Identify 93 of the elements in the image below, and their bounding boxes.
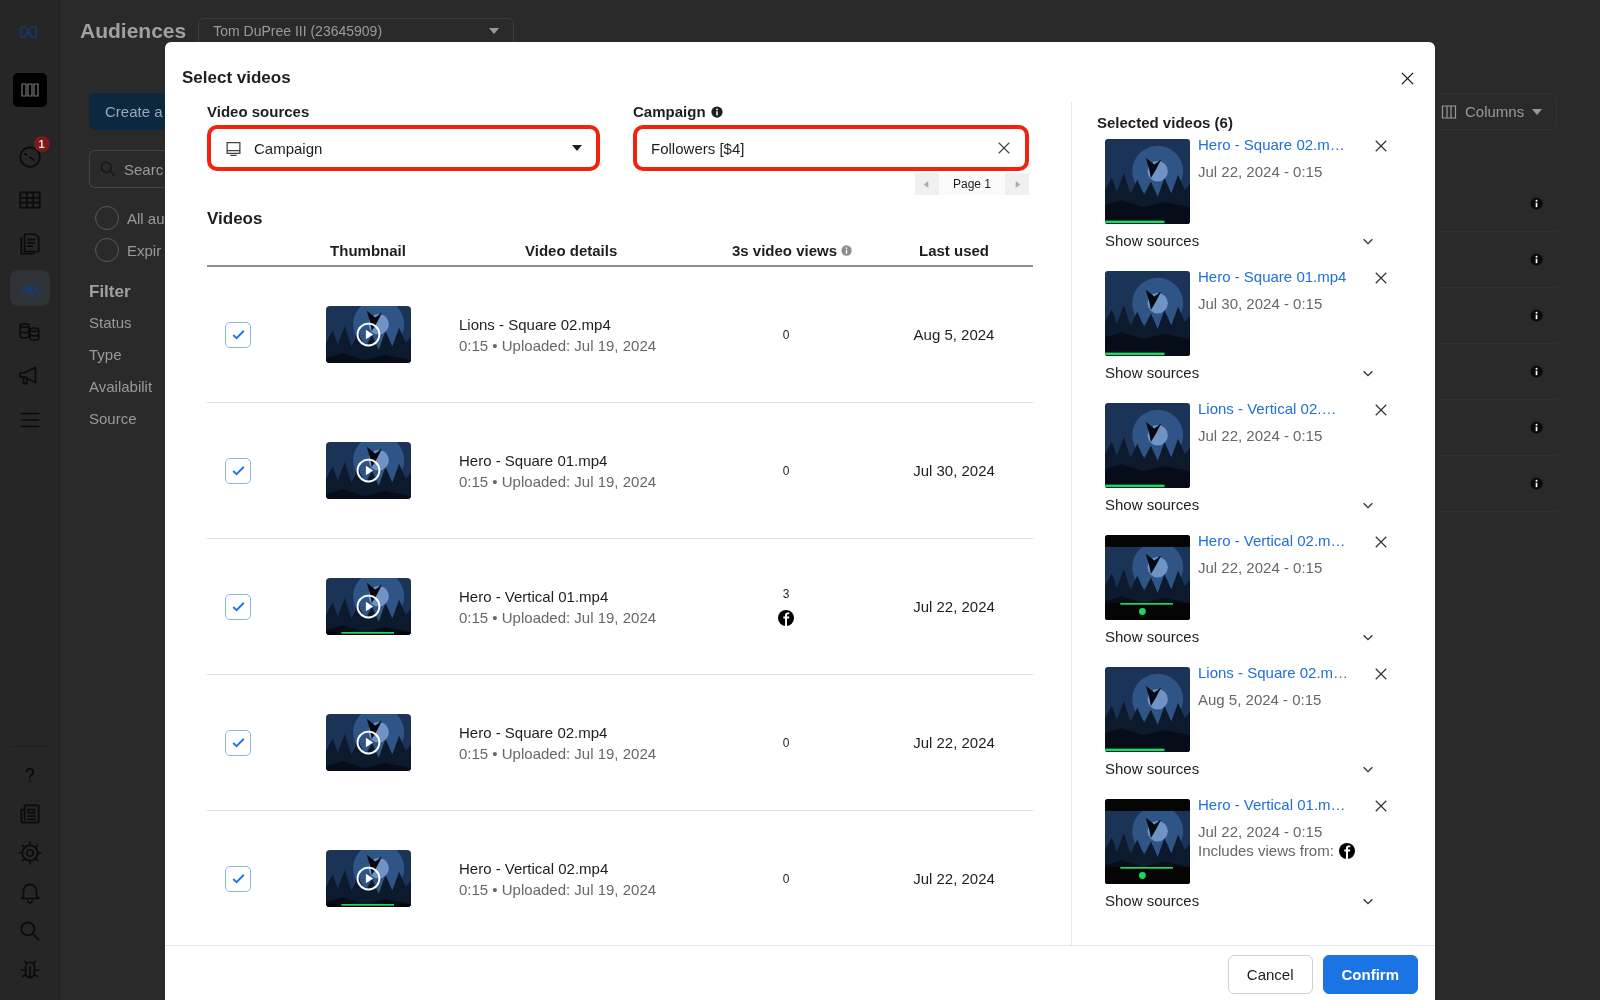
- info-icon[interactable]: [1530, 197, 1543, 210]
- remove-icon[interactable]: [1374, 535, 1388, 549]
- confirm-button[interactable]: Confirm: [1322, 955, 1418, 994]
- last-used-date: Jul 22, 2024: [912, 598, 996, 615]
- video-meta: 0:15 • Uploaded: Jul 19, 2024: [459, 744, 658, 762]
- video-name: Hero - Square 01.mp4: [459, 451, 609, 469]
- radio-label: All au: [127, 209, 165, 227]
- play-icon[interactable]: [355, 322, 381, 347]
- play-icon[interactable]: [355, 594, 381, 619]
- column-header: Thumbnail: [330, 241, 406, 259]
- play-icon[interactable]: [355, 866, 381, 891]
- show-sources-toggle[interactable]: Show sources: [1105, 232, 1200, 249]
- column-header: Video details: [525, 241, 618, 259]
- cancel-button[interactable]: Cancel: [1227, 955, 1313, 994]
- radio-label: Expir: [127, 241, 162, 259]
- remove-icon[interactable]: [1374, 139, 1388, 153]
- filter-label[interactable]: Availabilit: [89, 378, 165, 398]
- video-link[interactable]: Lions - Square 02.m…: [1198, 664, 1366, 681]
- column-header: Last used: [919, 241, 989, 259]
- video-link[interactable]: Hero - Vertical 02.m…: [1198, 532, 1366, 549]
- monitor-icon: [225, 139, 242, 157]
- show-sources-toggle[interactable]: Show sources: [1105, 496, 1200, 513]
- field-label: Campaign: [633, 103, 706, 120]
- checkbox[interactable]: [225, 729, 251, 756]
- remove-icon[interactable]: [1374, 271, 1388, 285]
- page-label: Page 1: [938, 173, 1005, 195]
- info-icon[interactable]: [1530, 365, 1543, 378]
- video-meta: 0:15 • Uploaded: Jul 19, 2024: [459, 472, 658, 490]
- last-used-date: Aug 5, 2024: [912, 326, 996, 343]
- video-date: Jul 22, 2024 - 0:15: [1198, 163, 1324, 180]
- video-link[interactable]: Hero - Square 01.mp4: [1198, 268, 1366, 285]
- video-name: Hero - Square 02.mp4: [459, 723, 609, 741]
- dialog-title: Select videos: [182, 68, 291, 88]
- column-header: 3s video views: [731, 241, 838, 259]
- video-meta: 0:15 • Uploaded: Jul 19, 2024: [459, 336, 658, 354]
- video-sources-dropdown[interactable]: Campaign: [207, 125, 601, 171]
- filter-label[interactable]: Source: [89, 410, 165, 430]
- video-name: Hero - Vertical 01.mp4: [459, 587, 610, 605]
- filter-label[interactable]: Status: [89, 314, 165, 334]
- checkbox[interactable]: [225, 457, 251, 484]
- show-sources-toggle[interactable]: Show sources: [1105, 760, 1200, 777]
- last-used-date: Jul 22, 2024: [912, 734, 996, 751]
- info-icon[interactable]: [1530, 309, 1543, 322]
- video-meta: 0:15 • Uploaded: Jul 19, 2024: [459, 608, 658, 626]
- clear-icon[interactable]: [997, 141, 1011, 155]
- video-date: Jul 22, 2024 - 0:15: [1198, 823, 1324, 840]
- info-icon[interactable]: [1530, 421, 1543, 434]
- page-title: Audiences: [80, 19, 187, 43]
- show-sources-toggle[interactable]: Show sources: [1105, 364, 1200, 381]
- video-link[interactable]: Lions - Vertical 02.…: [1198, 400, 1366, 417]
- checkbox[interactable]: [225, 321, 251, 348]
- remove-icon[interactable]: [1374, 667, 1388, 681]
- video-date: Aug 5, 2024 - 0:15: [1198, 691, 1323, 708]
- views-count: 0: [782, 735, 790, 750]
- video-link[interactable]: Hero - Square 02.m…: [1198, 136, 1366, 153]
- checkbox[interactable]: [225, 865, 251, 892]
- views-count: 3: [782, 587, 790, 601]
- last-used-date: Jul 30, 2024: [912, 462, 996, 479]
- social-logo-icon: [778, 610, 794, 626]
- last-used-date: Jul 22, 2024: [912, 870, 996, 887]
- info-icon[interactable]: [1530, 253, 1543, 266]
- show-sources-toggle[interactable]: Show sources: [1105, 628, 1200, 645]
- columns-icon: [1441, 103, 1457, 120]
- info-icon[interactable]: [710, 105, 723, 118]
- video-date: Jul 22, 2024 - 0:15: [1198, 559, 1324, 576]
- social-logo-icon: [1338, 842, 1355, 859]
- remove-icon[interactable]: [1374, 799, 1388, 813]
- video-date: Jul 30, 2024 - 0:15: [1198, 295, 1324, 312]
- close-icon[interactable]: [1400, 70, 1415, 86]
- info-icon[interactable]: [1530, 477, 1543, 490]
- campaign-field[interactable]: Followers [$4]: [633, 125, 1029, 171]
- checkbox[interactable]: [225, 593, 251, 620]
- show-sources-toggle[interactable]: Show sources: [1105, 892, 1200, 909]
- filter-heading: Filter: [89, 282, 132, 302]
- play-icon[interactable]: [355, 730, 381, 755]
- create-button[interactable]: Create a: [89, 93, 165, 130]
- video-date: Jul 22, 2024 - 0:15: [1198, 427, 1324, 444]
- views-count: 0: [782, 871, 790, 886]
- video-link[interactable]: Hero - Vertical 01.m…: [1198, 796, 1366, 813]
- play-icon[interactable]: [355, 458, 381, 483]
- views-count: 0: [782, 463, 790, 478]
- filter-label[interactable]: Type: [89, 346, 165, 366]
- section-title: Videos: [207, 209, 264, 229]
- video-name: Lions - Square 02.mp4: [459, 315, 612, 333]
- views-note: Includes views from:: [1198, 842, 1334, 859]
- remove-icon[interactable]: [1374, 403, 1388, 417]
- panel-title: Selected videos (6): [1097, 114, 1234, 133]
- notification-badge: 1: [33, 136, 50, 152]
- views-count: 0: [782, 327, 790, 342]
- field-label: Video sources: [207, 103, 311, 120]
- video-meta: 0:15 • Uploaded: Jul 19, 2024: [459, 880, 658, 898]
- columns-button[interactable]: Columns: [1437, 93, 1557, 130]
- video-name: Hero - Vertical 02.mp4: [459, 859, 610, 877]
